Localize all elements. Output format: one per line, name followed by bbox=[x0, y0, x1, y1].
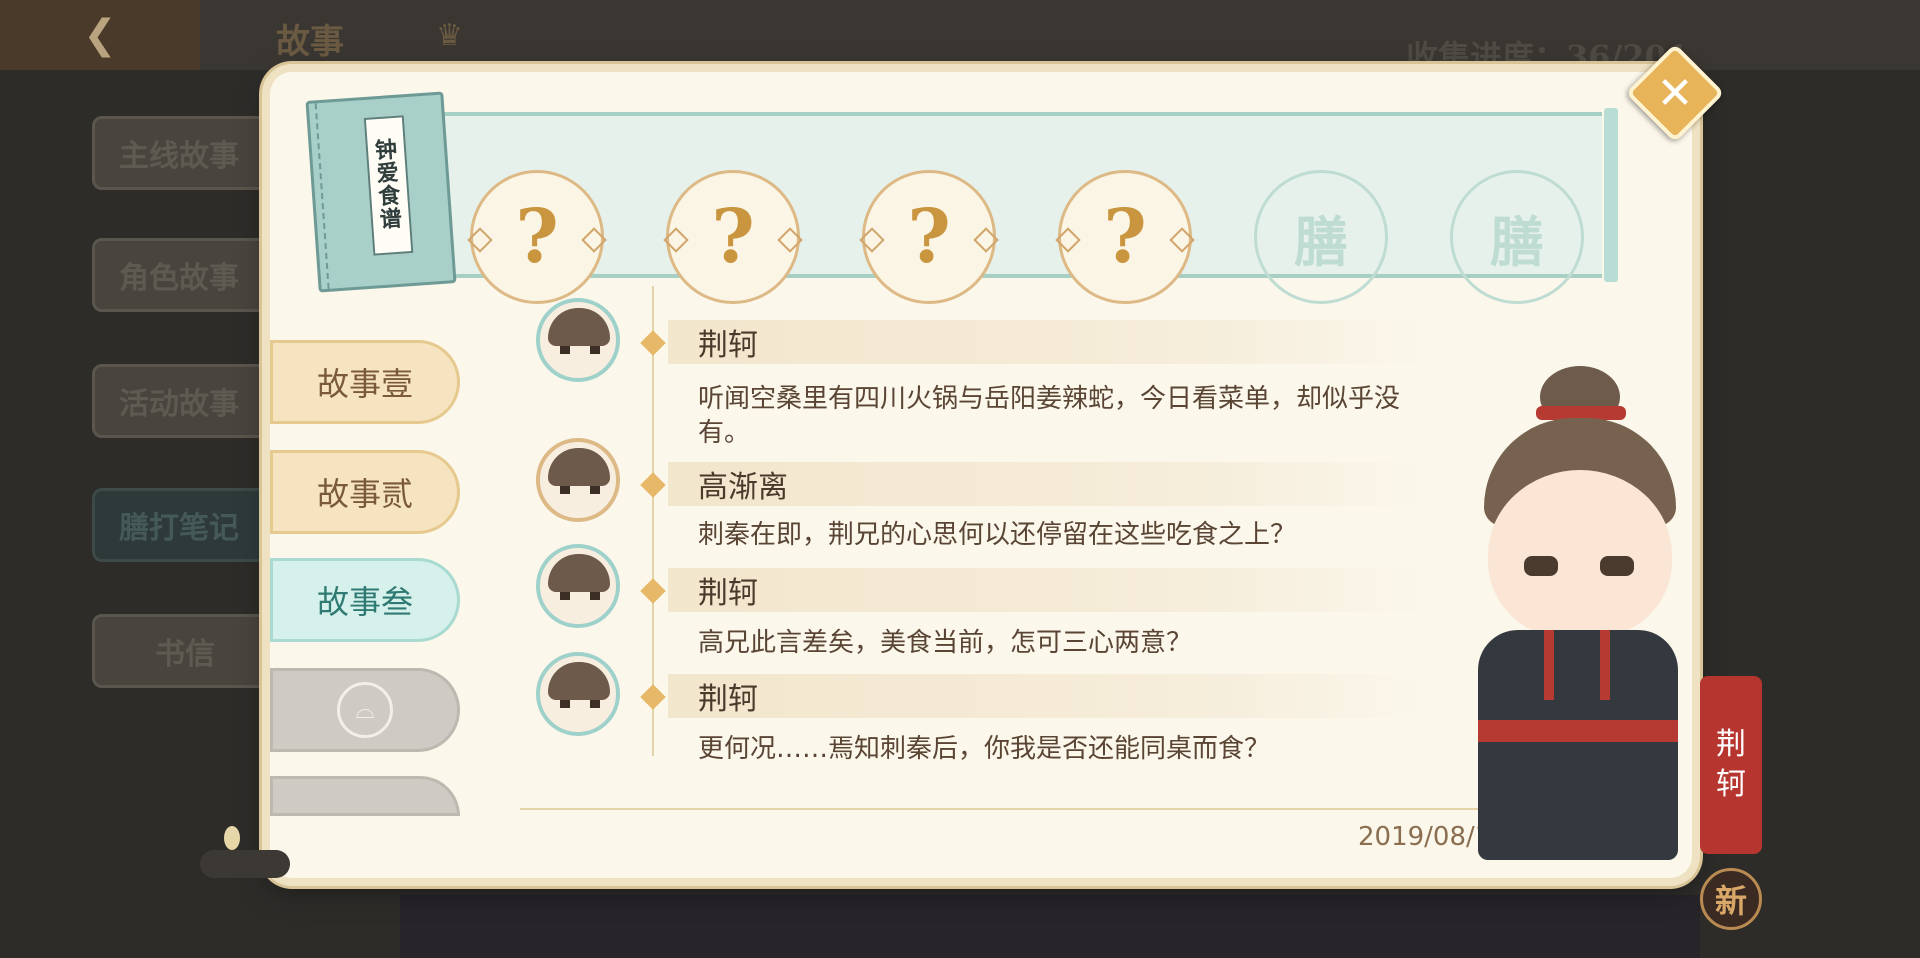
diamond-icon bbox=[640, 472, 666, 498]
speaker-name: 荆轲 bbox=[668, 320, 1428, 364]
back-arrow-icon: ❮ bbox=[83, 12, 117, 58]
tab-event-story[interactable]: 活动故事 bbox=[92, 364, 292, 438]
crown-icon: ♛ bbox=[436, 18, 463, 53]
dialogue-text: 听闻空桑里有四川火锅与岳阳姜辣蛇，今日看菜单，却似乎没有。 bbox=[698, 384, 1401, 448]
locked-seal-icon: 膳 bbox=[1490, 209, 1544, 274]
recipe-slot-4[interactable]: ? bbox=[1055, 170, 1195, 304]
recipe-slot-locked-2: 膳 bbox=[1450, 170, 1584, 304]
speaker-name: 荆轲 bbox=[668, 674, 1428, 718]
divider bbox=[520, 808, 1520, 810]
diamond-icon bbox=[640, 330, 666, 356]
tab-letters[interactable]: 书信 bbox=[92, 614, 292, 688]
page-title: 故事 bbox=[276, 22, 344, 62]
new-badge: 新 bbox=[1700, 868, 1762, 930]
recipe-book-icon: 钟爱食谱 bbox=[305, 91, 457, 293]
recipe-slot-locked-1: 膳 bbox=[1254, 170, 1388, 304]
avatar-jingke bbox=[536, 298, 620, 382]
avatar-jingke bbox=[536, 544, 620, 628]
book-label: 钟爱食谱 bbox=[363, 115, 414, 256]
story-tab-3[interactable]: 故事叁 bbox=[270, 558, 460, 642]
story-tab-locked-2 bbox=[270, 776, 460, 816]
dialogue-text: 刺秦在即，荆兄的心思何以还停留在这些吃食之上？ bbox=[698, 520, 1297, 550]
locked-seal-icon: 膳 bbox=[1294, 209, 1348, 274]
scroll-end bbox=[1604, 108, 1618, 282]
dialogue-text: 更何况……焉知刺秦后，你我是否还能同桌而食？ bbox=[698, 734, 1271, 764]
tab-notes[interactable]: 膳打笔记 bbox=[92, 488, 292, 562]
character-name-tag: 荆轲 bbox=[1700, 676, 1762, 854]
tab-main-story[interactable]: 主线故事 bbox=[92, 116, 292, 190]
recipe-slot-1[interactable]: ? bbox=[467, 170, 607, 304]
butterfly-decoration bbox=[200, 826, 290, 878]
diamond-icon bbox=[640, 684, 666, 710]
recipe-slot-2[interactable]: ? bbox=[663, 170, 803, 304]
story-tab-2[interactable]: 故事贰 bbox=[270, 450, 460, 534]
question-icon: ? bbox=[515, 194, 559, 280]
story-tab-1[interactable]: 故事壹 bbox=[270, 340, 460, 424]
tab-character-story[interactable]: 角色故事 bbox=[92, 238, 292, 312]
lock-icon: ⌓ bbox=[337, 682, 393, 738]
speaker-name: 高渐离 bbox=[668, 462, 1428, 506]
favorite-recipes-banner: ? ? ? ? 膳 膳 bbox=[440, 108, 1618, 304]
question-icon: ? bbox=[711, 194, 755, 280]
avatar-gaojianli bbox=[536, 438, 620, 522]
question-icon: ? bbox=[907, 194, 951, 280]
close-icon: ✕ bbox=[1656, 67, 1694, 119]
story-tab-locked-1: ⌓ bbox=[270, 668, 460, 752]
character-portrait bbox=[1448, 360, 1708, 880]
dialogue-text: 高兄此言差矣，美食当前，怎可三心两意？ bbox=[698, 628, 1193, 658]
speaker-name: 荆轲 bbox=[668, 568, 1428, 612]
bottom-shelf bbox=[400, 895, 1700, 958]
diamond-icon bbox=[640, 578, 666, 604]
recipe-slot-3[interactable]: ? bbox=[859, 170, 999, 304]
question-icon: ? bbox=[1103, 194, 1147, 280]
back-button[interactable]: ❮ bbox=[0, 0, 200, 70]
avatar-jingke bbox=[536, 652, 620, 736]
